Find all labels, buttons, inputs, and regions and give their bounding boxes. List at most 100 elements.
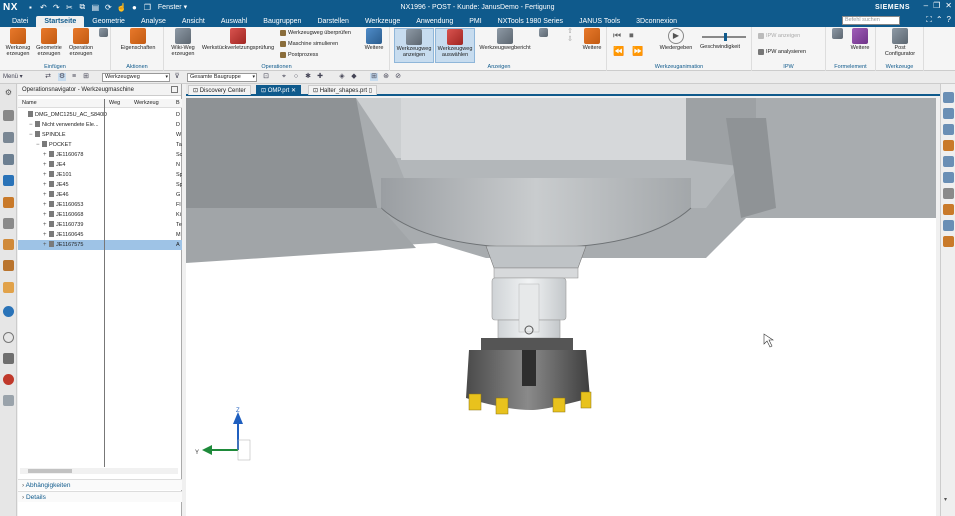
tree-row[interactable]: + JE1160668 Ki bbox=[18, 210, 182, 220]
roles-icon[interactable] bbox=[3, 353, 14, 364]
save-icon[interactable]: ▪ bbox=[26, 3, 35, 12]
tree-row[interactable]: − SPINDLE W bbox=[18, 130, 182, 140]
right-tool-2-icon[interactable] bbox=[943, 108, 954, 119]
box-icon[interactable]: ◈ bbox=[338, 73, 346, 81]
simulate-machine-button[interactable]: Maschine simulieren bbox=[280, 41, 338, 47]
right-tool-3-icon[interactable] bbox=[943, 124, 954, 135]
reuse-library-icon[interactable] bbox=[3, 154, 14, 165]
snap-icon[interactable]: ⊡ bbox=[262, 73, 270, 81]
column-b[interactable]: B bbox=[176, 100, 180, 106]
plus-icon[interactable]: ✚ bbox=[316, 73, 324, 81]
column-werkzeug[interactable]: Werkzeug bbox=[134, 100, 159, 106]
history-icon[interactable] bbox=[3, 332, 14, 343]
tab-omp-prt[interactable]: ⊡ OMP.prt ✕ bbox=[256, 85, 301, 95]
gouge-check-button[interactable]: Werkstückverletzungsprüfung bbox=[200, 28, 276, 51]
touch-icon[interactable]: ☝ bbox=[117, 3, 127, 12]
cut-icon[interactable]: ✂ bbox=[65, 3, 74, 12]
program-view-icon[interactable]: ≡ bbox=[70, 73, 78, 81]
tree-row[interactable]: + JE1160678 Sc bbox=[18, 150, 182, 160]
view-options-button[interactable] bbox=[537, 28, 549, 38]
layer-icon[interactable]: ◆ bbox=[350, 73, 358, 81]
tab-halter-shapes[interactable]: ⊡ Halter_shapes.prt ▯ bbox=[308, 85, 378, 95]
close-icon[interactable]: ✕ bbox=[945, 1, 952, 10]
tree-row[interactable]: + JE45 Sp bbox=[18, 180, 182, 190]
tree-row[interactable]: + JE101 Sp bbox=[18, 170, 182, 180]
right-tool-9-icon[interactable] bbox=[943, 220, 954, 231]
column-name[interactable]: Name bbox=[22, 100, 37, 106]
operation-navigator-icon[interactable] bbox=[3, 175, 14, 186]
select-toolpath-button[interactable]: Werkzeugweg auswählen bbox=[435, 28, 475, 63]
menu-tab-nxtools-1980-series[interactable]: NXTools 1980 Series bbox=[490, 16, 571, 27]
command-search-input[interactable]: Befehl suchen bbox=[842, 16, 900, 25]
show-ipw-button[interactable]: IPW anzeigen bbox=[758, 33, 800, 39]
menu-tab-ansicht[interactable]: Ansicht bbox=[174, 16, 213, 27]
more-display-button[interactable]: Weitere bbox=[580, 28, 604, 51]
right-tool-6-icon[interactable] bbox=[943, 172, 954, 183]
template-icon[interactable] bbox=[3, 282, 14, 293]
menu-tab-anwendung[interactable]: Anwendung bbox=[408, 16, 461, 27]
type-filter-select[interactable]: Werkzeugweg bbox=[102, 73, 170, 82]
properties-button[interactable]: Eigenschaften bbox=[117, 28, 159, 51]
more-operations-button[interactable]: Weitere bbox=[362, 28, 386, 51]
orient-icon[interactable]: ⊛ bbox=[382, 73, 390, 81]
column-divider[interactable] bbox=[104, 99, 105, 467]
right-tool-4-icon[interactable] bbox=[943, 140, 954, 151]
tool-library-icon[interactable] bbox=[3, 260, 14, 271]
collapse-ribbon-icon[interactable]: ⌃ bbox=[936, 15, 943, 25]
stop-icon[interactable]: ⏹ bbox=[629, 30, 634, 41]
toolpath-report-button[interactable]: Werkzeugwegbericht bbox=[477, 28, 533, 51]
speed-slider-handle[interactable] bbox=[724, 33, 727, 41]
tree-row[interactable]: + JE1160645 M bbox=[18, 230, 182, 240]
select-icon[interactable]: ⌖ bbox=[280, 73, 288, 81]
menu-button[interactable]: Menü ▾ bbox=[3, 73, 39, 81]
right-tool-10-icon[interactable] bbox=[943, 236, 954, 247]
machine-view-icon[interactable]: ⚙ bbox=[58, 73, 66, 81]
menu-tab-geometrie[interactable]: Geometrie bbox=[84, 16, 133, 27]
hide-icon[interactable]: ⊘ bbox=[394, 73, 402, 81]
undo-icon[interactable]: ↶ bbox=[39, 3, 48, 12]
part-nav-icon[interactable] bbox=[3, 132, 14, 143]
mic-icon[interactable]: ● bbox=[130, 3, 139, 12]
redo-icon[interactable]: ↷ bbox=[52, 3, 61, 12]
step-back-icon[interactable]: ⏮ bbox=[613, 30, 621, 41]
column-weg[interactable]: Weg bbox=[109, 100, 120, 106]
tree-row[interactable]: + JE1167575 A bbox=[18, 240, 182, 250]
scope-select[interactable]: Gesamte Baugruppe bbox=[187, 73, 257, 82]
menu-tab-janus-tools[interactable]: JANUS Tools bbox=[571, 16, 628, 27]
more-insert-button[interactable] bbox=[97, 28, 109, 38]
copy-icon[interactable]: ⧉ bbox=[78, 2, 87, 12]
play-button[interactable]: ▶ Wiedergeben bbox=[657, 28, 695, 51]
settings-icon[interactable]: ⚙ bbox=[3, 87, 14, 98]
filter-funnel-icon[interactable]: ⊽ bbox=[173, 73, 181, 81]
help-icon[interactable]: ? bbox=[947, 15, 951, 25]
nav-arrows[interactable]: ⇧ ⇩ bbox=[564, 28, 576, 44]
wiki-path-button[interactable]: Wiki-Weg erzeugen bbox=[168, 28, 198, 57]
feature-button[interactable] bbox=[830, 28, 844, 40]
tree-row[interactable]: DMG_DMC125U_AC_S840D D bbox=[18, 110, 182, 120]
tree-row[interactable]: + JE1160653 Fl bbox=[18, 200, 182, 210]
tab-pin-icon[interactable]: ▯ bbox=[369, 88, 372, 94]
verify-toolpath-button[interactable]: Werkzeugweg überprüfen bbox=[280, 30, 351, 36]
menu-tab-pmi[interactable]: PMI bbox=[461, 16, 489, 27]
restore-icon[interactable]: ❐ bbox=[933, 1, 940, 10]
circle-icon[interactable]: ○ bbox=[292, 73, 300, 81]
tree-row[interactable]: − POCKET Ta bbox=[18, 140, 182, 150]
right-tool-1-icon[interactable] bbox=[943, 92, 954, 103]
assembly-nav-icon[interactable] bbox=[3, 110, 14, 121]
video-icon[interactable] bbox=[3, 395, 14, 406]
post-configurator-button[interactable]: Post Configurator bbox=[880, 28, 920, 57]
view-icon[interactable]: ⊞ bbox=[370, 73, 378, 81]
tab-close-icon[interactable]: ✕ bbox=[291, 88, 296, 94]
create-geometry-button[interactable]: Geometrie erzeugen bbox=[34, 28, 64, 57]
method-view-icon[interactable]: ⊞ bbox=[82, 73, 90, 81]
scrollbar-thumb[interactable] bbox=[28, 469, 72, 473]
window-switch-icon[interactable]: ❐ bbox=[143, 3, 152, 12]
postprocess-button[interactable]: Postprozess bbox=[280, 52, 318, 58]
speed-slider[interactable] bbox=[702, 33, 746, 41]
create-tool-button[interactable]: Werkzeug erzeugen bbox=[4, 28, 32, 57]
right-tool-8-icon[interactable] bbox=[943, 204, 954, 215]
analyze-ipw-button[interactable]: IPW analysieren bbox=[758, 49, 806, 55]
fullscreen-icon[interactable]: ⛶ bbox=[926, 15, 932, 25]
machine-tool-icon[interactable] bbox=[3, 197, 14, 208]
filter-icon[interactable]: ⇄ bbox=[44, 73, 52, 81]
